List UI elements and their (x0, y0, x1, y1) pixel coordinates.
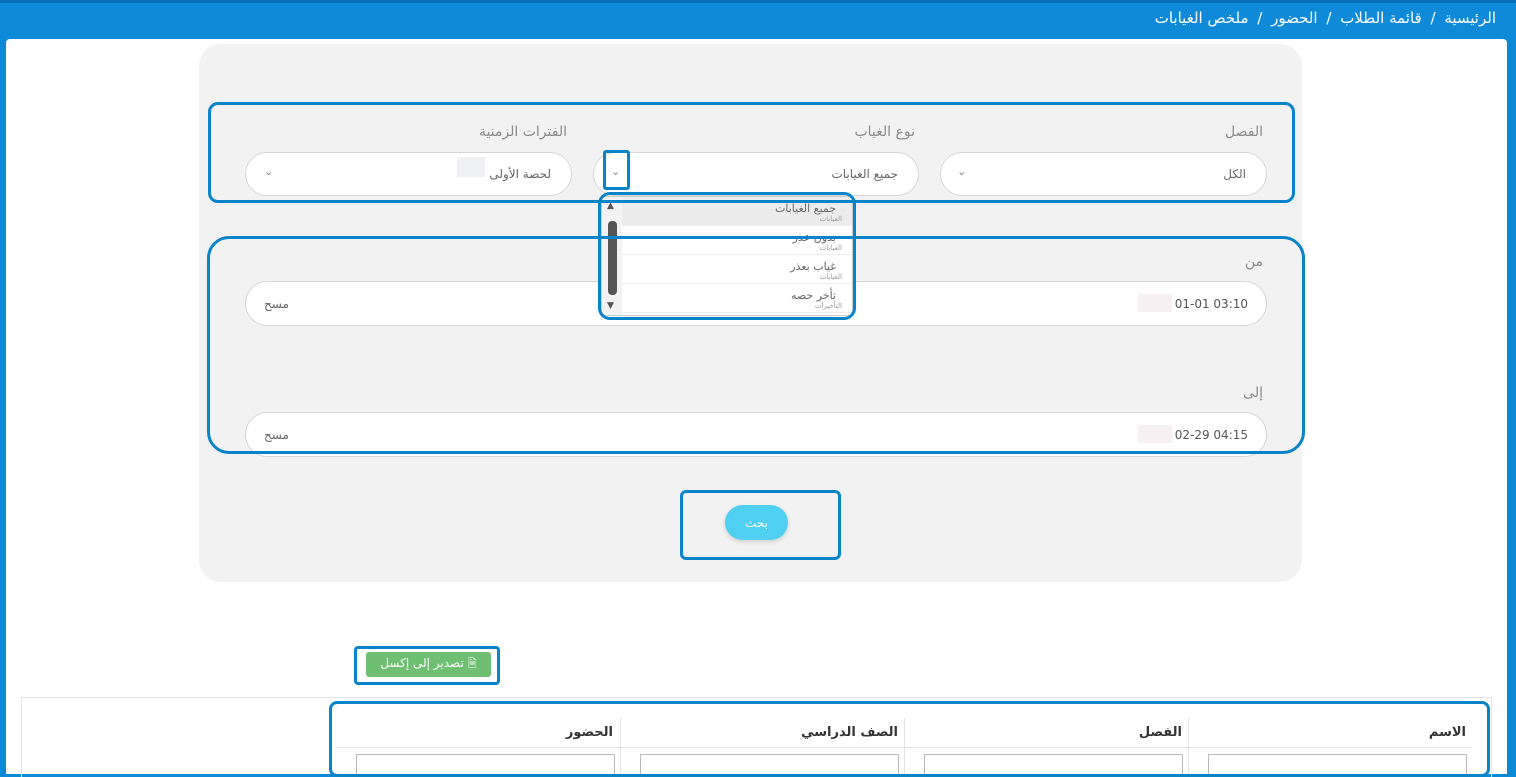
breadcrumb-separator: / (1326, 9, 1332, 27)
periods-select[interactable]: لحصة الأولى ⌄ (245, 152, 572, 196)
breadcrumb: الرئيسية / قائمة الطلاب / الحضور / ملخص … (1153, 9, 1498, 27)
attendance-filter-input[interactable] (356, 754, 615, 777)
grade-filter-input[interactable] (640, 754, 899, 777)
absence-type-label: نوع الغياب (854, 124, 915, 140)
column-header-class[interactable]: الفصل (1139, 725, 1182, 755)
date-to-input[interactable]: 02-29 04:15 مسح (245, 412, 1267, 457)
dropdown-scrollbar[interactable]: ▲ ▼ (602, 197, 622, 315)
absence-type-dropdown[interactable]: جميع الغيابات الغيابات بدون عذر الغيابات… (601, 196, 853, 316)
absence-type-select[interactable]: جميع الغيابات ⌄ (593, 152, 919, 196)
periods-select-value: لحصة الأولى (489, 167, 551, 181)
scroll-up-icon[interactable]: ▲ (607, 201, 614, 211)
date-to-value: 02-29 04:15 (1174, 428, 1248, 442)
name-filter-input[interactable] (1208, 754, 1467, 777)
excel-file-icon: 🗎 (467, 657, 477, 670)
redaction-blot (457, 157, 485, 177)
date-from-label: من (1244, 254, 1263, 270)
chevron-down-icon[interactable]: ⌄ (611, 165, 620, 178)
class-select-value: الكل (1223, 167, 1246, 181)
class-filter-input[interactable] (924, 754, 1183, 777)
dropdown-option[interactable]: تأخر حصه التأخيرات (602, 284, 852, 313)
scroll-thumb[interactable] (608, 221, 617, 295)
top-bar: الرئيسية / قائمة الطلاب / الحضور / ملخص … (0, 0, 1516, 40)
column-header-attendance[interactable]: الحضور (566, 725, 613, 755)
date-from-value: 01-01 03:10 (1174, 297, 1248, 311)
breadcrumb-separator: / (1430, 9, 1436, 27)
redaction-blot (1138, 425, 1172, 443)
redaction-blot (1138, 294, 1172, 312)
export-excel-label: تصدير إلى إكسل (380, 656, 464, 670)
chevron-down-icon: ⌄ (264, 165, 274, 178)
chevron-down-icon: ⌄ (957, 165, 967, 178)
periods-label: الفترات الزمنية (478, 124, 567, 140)
date-to-clear-button[interactable]: مسح (264, 428, 289, 442)
search-button[interactable]: بحث (725, 505, 788, 540)
breadcrumb-separator: / (1257, 9, 1263, 27)
dropdown-option[interactable]: جميع الغيابات الغيابات (602, 197, 852, 226)
dropdown-option[interactable]: بدون عذر الغيابات (602, 226, 852, 255)
header-row-divider (336, 747, 1471, 748)
dropdown-option[interactable]: غياب بعذر الغيابات (602, 255, 852, 284)
date-from-clear-button[interactable]: مسح (264, 297, 289, 311)
scroll-down-icon[interactable]: ▼ (607, 301, 614, 311)
breadcrumb-students[interactable]: قائمة الطلاب (1340, 9, 1422, 27)
breadcrumb-home[interactable]: الرئيسية (1444, 9, 1496, 27)
date-to-label: إلى (1243, 385, 1263, 401)
breadcrumb-current: ملخص الغيابات (1154, 9, 1249, 27)
column-header-name[interactable]: الاسم (1429, 725, 1466, 755)
absence-type-select-value: جميع الغيابات (831, 167, 898, 181)
class-select[interactable]: الكل ⌄ (940, 152, 1267, 196)
export-excel-button[interactable]: 🗎تصدير إلى إكسل (366, 652, 491, 677)
breadcrumb-attendance[interactable]: الحضور (1271, 9, 1317, 27)
column-header-grade[interactable]: الصف الدراسي (801, 725, 898, 755)
class-label: الفصل (1225, 124, 1263, 140)
